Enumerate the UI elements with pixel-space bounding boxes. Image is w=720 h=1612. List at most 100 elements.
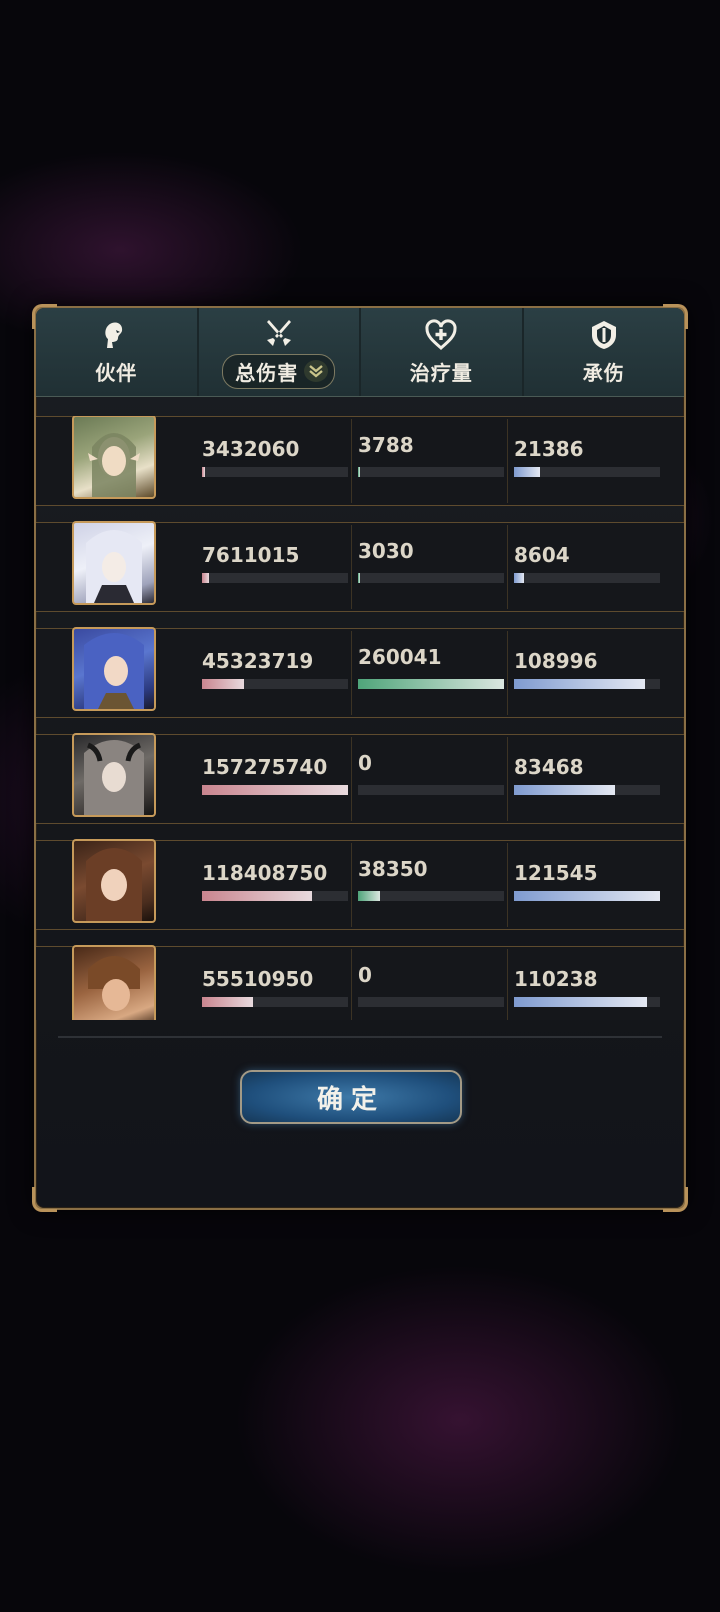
heal-value: 3788 <box>358 433 414 457</box>
crossed-swords-icon <box>266 319 291 346</box>
tab-partner[interactable]: 伙伴 <box>36 308 199 396</box>
damage-cell: 157275740 <box>202 735 350 823</box>
taken-cell: 121545 <box>514 841 662 929</box>
taken-bar <box>514 997 660 1007</box>
taken-bar <box>514 573 660 583</box>
avatar[interactable] <box>72 416 156 499</box>
heal-cell: 38350 <box>358 841 506 929</box>
heal-bar <box>358 679 504 689</box>
avatar[interactable] <box>72 627 156 711</box>
taken-cell: 83468 <box>514 735 662 823</box>
damage-value: 45323719 <box>202 649 314 673</box>
damage-bar <box>202 997 348 1007</box>
damage-cell: 3432060 <box>202 417 350 505</box>
taken-cell: 108996 <box>514 629 662 717</box>
confirm-button-label: 确定 <box>316 1084 385 1115</box>
heal-bar <box>358 573 504 583</box>
list-item: 55510950 0 110238 <box>36 945 684 1020</box>
damage-bar <box>202 785 348 795</box>
column-divider <box>507 525 508 609</box>
damage-value: 3432060 <box>202 437 300 461</box>
heal-bar <box>358 467 504 477</box>
column-divider <box>351 525 352 609</box>
damage-cell: 55510950 <box>202 947 350 1020</box>
column-divider <box>351 843 352 927</box>
heal-cell: 3788 <box>358 417 506 505</box>
chevron-down-icon <box>304 360 329 382</box>
column-divider <box>507 737 508 821</box>
tab-total-damage[interactable]: 总伤害 <box>199 308 361 396</box>
heal-value: 3030 <box>358 539 414 563</box>
heal-bar <box>358 891 504 901</box>
column-divider <box>351 737 352 821</box>
taken-value: 108996 <box>514 649 598 673</box>
heal-cell: 0 <box>358 735 506 823</box>
damage-value: 157275740 <box>202 755 328 779</box>
heal-bar <box>358 997 504 1007</box>
stats-header: 伙伴 总伤害 治疗量 承伤 <box>36 308 684 397</box>
avatar[interactable] <box>72 839 156 923</box>
tab-damage-taken[interactable]: 承伤 <box>524 308 685 396</box>
heal-cell: 0 <box>358 947 506 1020</box>
damage-bar <box>202 679 348 689</box>
damage-value: 7611015 <box>202 543 300 567</box>
column-divider <box>507 419 508 503</box>
damage-bar <box>202 467 348 477</box>
stats-list[interactable]: 3432060 3788 21386 7611015 3030 8604 453… <box>36 416 684 1020</box>
column-divider <box>351 949 352 1020</box>
tab-healing[interactable]: 治疗量 <box>361 308 524 396</box>
damage-cell: 118408750 <box>202 841 350 929</box>
taken-value: 121545 <box>514 861 598 885</box>
taken-value: 21386 <box>514 437 584 461</box>
damage-value: 55510950 <box>202 967 314 991</box>
tab-damage-taken-label: 承伤 <box>582 360 625 385</box>
list-item: 157275740 0 83468 <box>36 733 684 824</box>
heal-value: 38350 <box>358 857 428 881</box>
taken-cell: 110238 <box>514 947 662 1020</box>
column-divider <box>351 631 352 715</box>
list-item: 3432060 3788 21386 <box>36 416 684 506</box>
tab-partner-label: 伙伴 <box>95 360 138 385</box>
damage-value: 118408750 <box>202 861 328 885</box>
avatar[interactable] <box>72 945 156 1020</box>
list-item: 118408750 38350 121545 <box>36 839 684 930</box>
column-divider <box>507 631 508 715</box>
heal-value: 0 <box>358 751 372 775</box>
confirm-button[interactable]: 确定 <box>240 1070 462 1124</box>
list-item: 7611015 3030 8604 <box>36 521 684 612</box>
heal-cell: 3030 <box>358 523 506 611</box>
taken-cell: 8604 <box>514 523 662 611</box>
frame-corner <box>663 1187 688 1212</box>
heal-bar <box>358 785 504 795</box>
column-divider <box>507 949 508 1020</box>
total-damage-sort[interactable]: 总伤害 <box>222 353 336 389</box>
taken-bar <box>514 891 660 901</box>
avatar[interactable] <box>72 733 156 817</box>
column-divider <box>507 843 508 927</box>
taken-cell: 21386 <box>514 417 662 505</box>
taken-bar <box>514 785 660 795</box>
taken-value: 8604 <box>514 543 570 567</box>
frame-corner <box>32 1187 57 1212</box>
taken-value: 110238 <box>514 967 598 991</box>
damage-bar <box>202 891 348 901</box>
taken-value: 83468 <box>514 755 584 779</box>
tab-healing-label: 治疗量 <box>409 360 473 385</box>
heal-value: 0 <box>358 963 372 987</box>
shield-icon <box>591 320 616 349</box>
taken-bar <box>514 467 660 477</box>
heart-plus-icon <box>425 318 457 350</box>
taken-bar <box>514 679 660 689</box>
damage-bar <box>202 573 348 583</box>
partner-icon <box>105 321 123 348</box>
battle-stats-panel: 伙伴 总伤害 治疗量 承伤 3432060 3788 21386 7611015… <box>32 304 688 1212</box>
list-item: 45323719 260041 108996 <box>36 627 684 718</box>
column-divider <box>351 419 352 503</box>
tab-total-damage-label: 总伤害 <box>235 360 299 385</box>
panel-divider <box>58 1036 662 1038</box>
heal-value: 260041 <box>358 645 442 669</box>
damage-cell: 45323719 <box>202 629 350 717</box>
avatar[interactable] <box>72 521 156 605</box>
heal-cell: 260041 <box>358 629 506 717</box>
damage-cell: 7611015 <box>202 523 350 611</box>
